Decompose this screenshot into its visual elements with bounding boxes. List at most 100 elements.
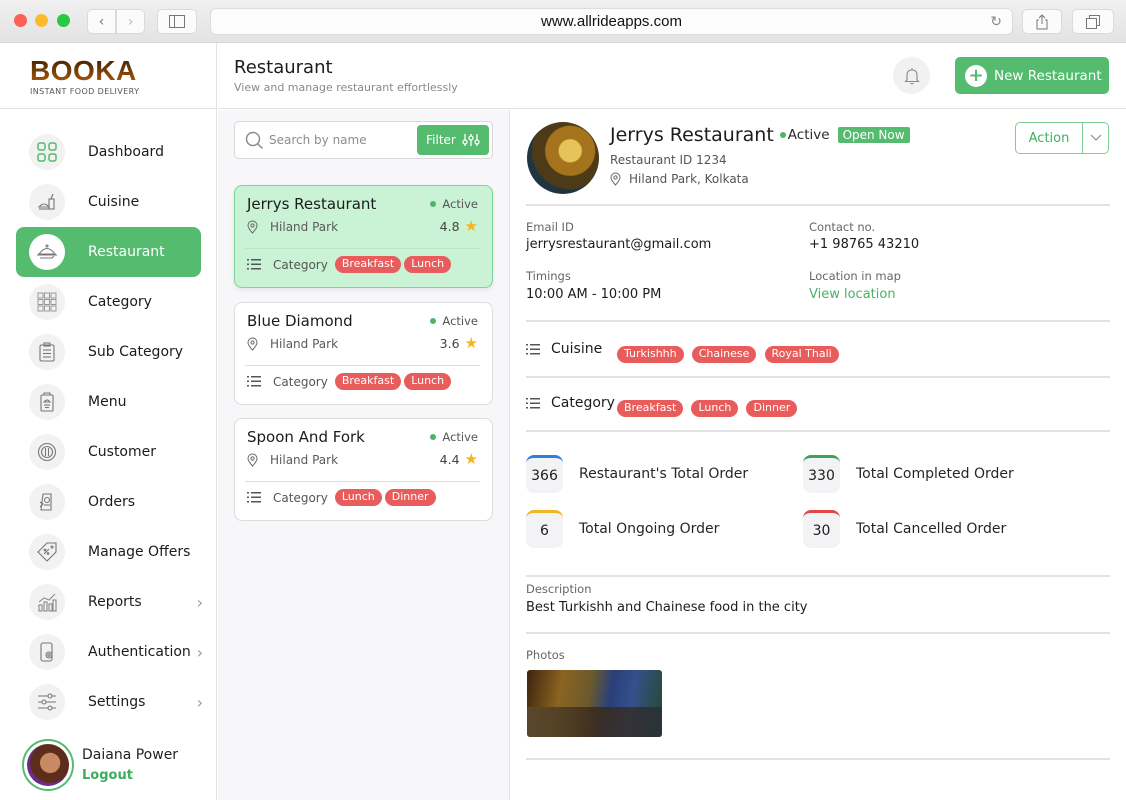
sidebar-item-sub-category[interactable]: Sub Category bbox=[16, 327, 201, 377]
page-title: Restaurant bbox=[234, 57, 333, 78]
stat-label: Restaurant's Total Order bbox=[579, 466, 749, 482]
description-label: Description bbox=[526, 582, 592, 596]
orders-icon bbox=[29, 484, 65, 520]
restaurant-cloche-icon bbox=[29, 234, 65, 270]
description-value: Best Turkishh and Chainese food in the c… bbox=[526, 600, 808, 615]
category-label: Category bbox=[551, 395, 615, 411]
notifications-button[interactable] bbox=[893, 57, 930, 94]
cuisine-label: Cuisine bbox=[551, 341, 603, 357]
sidebar-item-dashboard[interactable]: Dashboard bbox=[16, 127, 201, 177]
sidebar-item-settings[interactable]: Settings › bbox=[16, 677, 203, 727]
stat-cancelled-orders: 30 Total Cancelled Order bbox=[803, 510, 1006, 548]
stat-label: Total Cancelled Order bbox=[856, 521, 1007, 537]
restaurant-location: Hiland Park bbox=[247, 337, 338, 351]
location-text: Hiland Park, Kolkata bbox=[629, 172, 749, 186]
status-text: Active bbox=[442, 430, 478, 444]
browser-toolbar: ‹ › www.allrideapps.com ↻ bbox=[0, 0, 1126, 43]
share-button[interactable] bbox=[1022, 9, 1062, 34]
forward-button[interactable]: › bbox=[116, 9, 145, 34]
filter-sliders-icon bbox=[462, 134, 480, 146]
status-dot-icon bbox=[430, 434, 437, 440]
restaurant-name: Spoon And Fork bbox=[247, 428, 365, 446]
sidebar-item-cuisine[interactable]: Cuisine bbox=[16, 177, 201, 227]
list-icon bbox=[247, 259, 261, 270]
clipboard-list-icon bbox=[29, 334, 65, 370]
status-dot-icon bbox=[430, 318, 437, 324]
sidebar-item-customer[interactable]: Customer bbox=[16, 427, 201, 477]
restaurant-photo-thumbnail[interactable] bbox=[527, 670, 662, 737]
sidebar-item-orders[interactable]: Orders bbox=[16, 477, 201, 527]
restaurant-card[interactable]: Jerrys Restaurant Active Hiland Park 4.8… bbox=[234, 185, 493, 288]
restaurant-card[interactable]: Spoon And Fork Active Hiland Park 4.4 ★ C… bbox=[234, 418, 493, 521]
sidebar-item-menu[interactable]: Menu bbox=[16, 377, 201, 427]
stat-value: 6 bbox=[526, 510, 563, 548]
chevron-down-icon bbox=[1090, 134, 1101, 141]
search-input[interactable] bbox=[269, 130, 409, 150]
category-tag: Dinner bbox=[746, 400, 798, 417]
new-restaurant-button[interactable]: + New Restaurant bbox=[955, 57, 1109, 94]
sidebar-toggle-button[interactable] bbox=[157, 9, 197, 34]
sidebar-item-authentication[interactable]: Authentication › bbox=[16, 627, 203, 677]
category-tag: Dinner bbox=[384, 489, 436, 506]
rating: 4.8 ★ bbox=[440, 217, 478, 235]
search-icon bbox=[245, 131, 263, 149]
cuisine-tag: Royal Thali bbox=[764, 346, 839, 363]
photos-label: Photos bbox=[526, 648, 565, 662]
restaurant-card[interactable]: Blue Diamond Active Hiland Park 3.6 ★ Cat… bbox=[234, 302, 493, 405]
filter-button[interactable]: Filter bbox=[417, 125, 489, 155]
stat-ongoing-orders: 6 Total Ongoing Order bbox=[526, 510, 719, 548]
dashboard-icon bbox=[29, 134, 65, 170]
back-button[interactable]: ‹ bbox=[87, 9, 116, 34]
window-close-button[interactable] bbox=[14, 14, 27, 27]
category-tags: Breakfast Lunch Dinner bbox=[614, 396, 798, 417]
stat-value: 330 bbox=[803, 455, 840, 493]
brand-name: BOOKA bbox=[30, 57, 139, 85]
location-pin-icon bbox=[247, 220, 258, 234]
category-tag: Lunch bbox=[691, 400, 739, 417]
restaurant-location: Hiland Park bbox=[247, 220, 338, 234]
location-pin-icon bbox=[247, 453, 258, 467]
sidebar-item-label: Orders bbox=[88, 494, 136, 510]
window-zoom-button[interactable] bbox=[57, 14, 70, 27]
restaurant-name: Jerrys Restaurant bbox=[247, 195, 377, 213]
bell-icon bbox=[903, 67, 920, 84]
email-label: Email ID bbox=[526, 220, 574, 234]
restaurant-name: Blue Diamond bbox=[247, 312, 353, 330]
sidebar-item-category[interactable]: Category bbox=[16, 277, 201, 327]
view-location-link[interactable]: View location bbox=[809, 287, 896, 302]
rating-value: 3.6 bbox=[439, 335, 460, 351]
stat-value: 30 bbox=[803, 510, 840, 548]
action-dropdown[interactable]: Action bbox=[1015, 122, 1109, 154]
restaurant-detail-panel: Jerrys Restaurant Active Open Now Restau… bbox=[511, 110, 1126, 800]
category-label: Category bbox=[273, 490, 328, 505]
status-text: Active bbox=[442, 197, 478, 211]
restaurant-name: Jerrys Restaurant bbox=[610, 124, 774, 146]
sidebar-item-reports[interactable]: Reports › bbox=[16, 577, 203, 627]
rating: 3.6 ★ bbox=[440, 334, 478, 352]
brand-logo[interactable]: BOOKA INSTANT FOOD DELIVERY bbox=[30, 57, 139, 97]
cuisine-tag: Chainese bbox=[691, 346, 757, 363]
sidebar: BOOKA INSTANT FOOD DELIVERY Dashboard Cu… bbox=[0, 43, 217, 800]
avatar[interactable] bbox=[22, 739, 74, 791]
sidebar-item-restaurant[interactable]: Restaurant bbox=[16, 227, 201, 277]
user-profile: Daiana Power Logout bbox=[22, 739, 178, 791]
sidebar-item-manage-offers[interactable]: Manage Offers bbox=[16, 527, 201, 577]
logout-link[interactable]: Logout bbox=[82, 768, 178, 783]
window-minimize-button[interactable] bbox=[35, 14, 48, 27]
tabs-button[interactable] bbox=[1072, 9, 1114, 34]
menu-card-icon bbox=[29, 384, 65, 420]
divider bbox=[526, 758, 1110, 760]
address-bar[interactable]: www.allrideapps.com ↻ bbox=[210, 8, 1013, 35]
location-pin-icon bbox=[610, 172, 621, 186]
sidebar-item-label: Reports bbox=[88, 594, 142, 610]
reports-chart-icon bbox=[29, 584, 65, 620]
action-dropdown-toggle[interactable] bbox=[1083, 123, 1108, 153]
contact-value: +1 98765 43210 bbox=[809, 237, 920, 252]
category-row: Category bbox=[526, 395, 615, 411]
action-button[interactable]: Action bbox=[1016, 123, 1083, 153]
stat-completed-orders: 330 Total Completed Order bbox=[803, 455, 1014, 493]
sidebar-item-label: Dashboard bbox=[88, 144, 164, 160]
sidebar-item-label: Authentication bbox=[88, 644, 191, 660]
reload-icon[interactable]: ↻ bbox=[990, 13, 1002, 30]
location-text: Hiland Park bbox=[270, 220, 339, 234]
